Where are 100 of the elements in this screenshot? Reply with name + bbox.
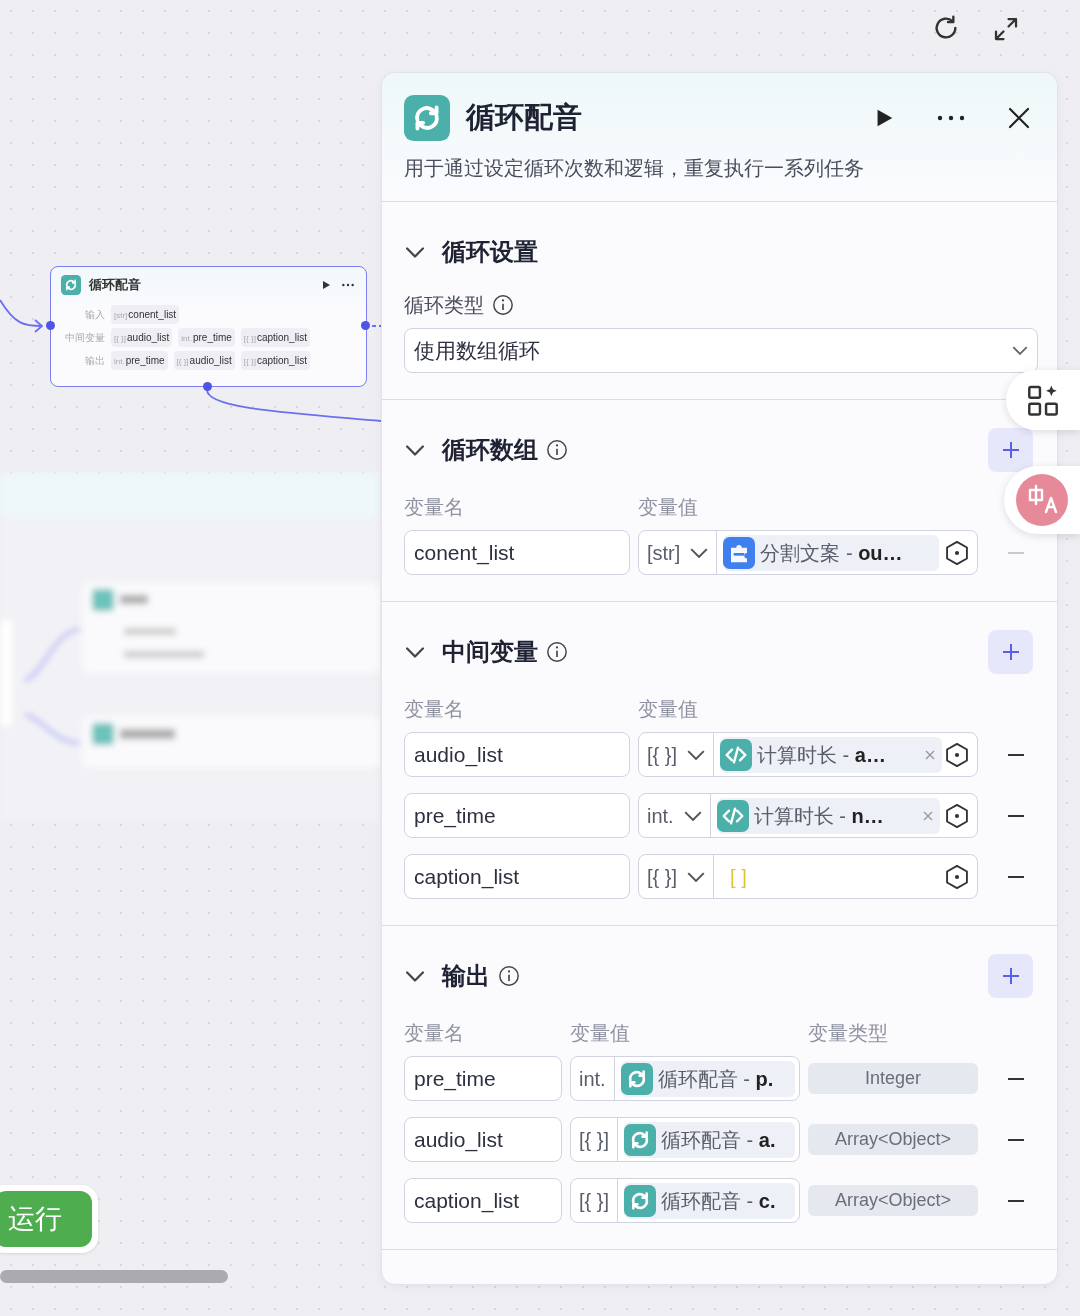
chevron-down-icon — [687, 871, 706, 882]
variable-tag: int.pre_time — [178, 328, 235, 347]
variable-tag: [{ }]audio_list — [173, 351, 235, 370]
variable-icon[interactable] — [943, 862, 971, 891]
plus-icon — [1001, 643, 1020, 661]
add-button[interactable] — [988, 630, 1033, 674]
code-icon — [720, 738, 753, 771]
connector-line — [371, 325, 382, 327]
chevron-down-icon — [406, 646, 424, 658]
type-select[interactable]: [{ }] — [639, 733, 715, 776]
field-label: 循环类型 — [404, 293, 484, 318]
minus-icon — [1007, 550, 1025, 555]
name-field[interactable]: audio_list — [404, 732, 630, 777]
apps-icon — [1027, 384, 1059, 416]
variable-tag: [{ }]audio_list — [111, 328, 173, 347]
minus-icon — [1007, 1137, 1025, 1142]
chevron-down-icon — [683, 810, 702, 821]
column-header: 变量值 — [638, 698, 698, 720]
type-select[interactable]: int. — [639, 794, 711, 837]
reference-chip[interactable]: 循环配音 - c. — [624, 1182, 795, 1219]
column-header: 变量类型 — [808, 1022, 888, 1044]
loop-icon — [61, 275, 81, 295]
variable-tag: [str]conent_list — [111, 305, 180, 324]
minus-icon — [1007, 752, 1025, 757]
code-icon — [716, 799, 749, 832]
name-field[interactable]: conent_list — [404, 530, 630, 575]
section-title: 中间变量 — [442, 637, 538, 667]
chevron-down-icon — [406, 970, 424, 982]
type-badge: Array<Object> — [808, 1185, 978, 1216]
connector-line — [0, 299, 44, 333]
loop-type-select[interactable]: 使用数组循环 — [404, 328, 1038, 373]
loop-icon — [620, 1062, 653, 1095]
close-icon — [1007, 106, 1031, 130]
minus-icon — [1007, 813, 1025, 818]
type-select[interactable]: [{ }] — [571, 1118, 619, 1161]
plugin-icon — [723, 536, 756, 569]
chevron-down-icon — [406, 246, 424, 258]
column-header: 变量名 — [404, 698, 464, 720]
more-icon — [935, 113, 967, 123]
workflow-node[interactable]: 循环配音 输入 [str]conent_list 中间变量 [{ }]audio_list int.pre_time [{ }]caption_list 输出 int.pre_time [{ }]audio_list [{ }]caption_list — [50, 266, 367, 387]
variable-tag: [{ }]caption_list — [240, 351, 310, 370]
reference-chip[interactable]: 分割文案 - ou… — [723, 534, 940, 571]
name-field[interactable]: audio_list — [404, 1117, 562, 1162]
reference-chip[interactable]: 循环配音 - p. — [620, 1060, 795, 1097]
column-header: 变量名 — [404, 1022, 464, 1044]
translate-icon — [1016, 474, 1068, 526]
scrollbar[interactable] — [0, 1270, 228, 1283]
section-title: 输出 — [442, 961, 490, 991]
panel-title: 循环配音 — [466, 100, 583, 136]
close-button[interactable] — [1007, 106, 1031, 130]
name-field[interactable]: caption_list — [404, 854, 630, 899]
row-label: 输入 — [84, 308, 105, 322]
chevron-down-icon — [1012, 346, 1028, 355]
chevron-down-icon — [687, 749, 706, 760]
play-icon[interactable] — [320, 279, 332, 291]
name-field[interactable]: caption_list — [404, 1178, 562, 1223]
port-handle[interactable] — [46, 321, 55, 330]
port-handle[interactable] — [203, 382, 212, 391]
node-title: 循环配音 — [89, 276, 142, 295]
chevron-down-icon — [406, 444, 424, 456]
add-button[interactable] — [988, 428, 1033, 472]
type-badge: Array<Object> — [808, 1124, 978, 1155]
section-title: 循环设置 — [442, 237, 538, 267]
info-icon — [546, 439, 568, 461]
info-icon — [498, 965, 520, 987]
reference-chip[interactable]: 计算时长 - n… — [716, 797, 940, 834]
reference-chip[interactable]: 计算时长 - a… — [720, 736, 942, 773]
minus-icon — [1007, 1198, 1025, 1203]
plus-icon — [1001, 967, 1020, 985]
add-button[interactable] — [988, 954, 1033, 998]
type-select[interactable]: [{ }] — [639, 855, 715, 898]
column-header: 变量名 — [404, 496, 464, 518]
type-select[interactable]: int. — [571, 1057, 615, 1100]
info-icon — [546, 641, 568, 663]
apps-button[interactable] — [1006, 370, 1080, 430]
row-label: 输出 — [84, 354, 105, 368]
type-select[interactable]: [{ }] — [571, 1179, 619, 1222]
type-select[interactable]: [str] — [639, 531, 718, 574]
row-label: 中间变量 — [64, 331, 105, 345]
loop-icon — [624, 1184, 657, 1217]
variable-icon[interactable] — [943, 538, 971, 567]
name-field[interactable]: pre_time — [404, 1056, 562, 1101]
variable-tag: int.pre_time — [111, 351, 168, 370]
minus-icon — [1007, 874, 1025, 879]
chevron-down-icon — [690, 547, 709, 558]
name-field[interactable]: pre_time — [404, 793, 630, 838]
minus-icon — [1007, 1076, 1025, 1081]
type-badge: Integer — [808, 1063, 978, 1094]
more-button[interactable] — [935, 113, 967, 123]
section-title: 循环数组 — [442, 435, 538, 465]
value-text: [ ] — [730, 864, 748, 890]
info-icon — [492, 294, 514, 316]
port-handle[interactable] — [361, 321, 370, 330]
loop-icon — [624, 1123, 657, 1156]
reference-chip[interactable]: 循环配音 - a. — [624, 1121, 795, 1158]
panel-description: 用于通过设定循环次数和逻辑，重复执行一系列任务 — [404, 156, 865, 181]
variable-icon[interactable] — [943, 740, 971, 769]
column-header: 变量值 — [638, 496, 698, 518]
variable-icon[interactable] — [943, 801, 971, 830]
loop-icon — [404, 95, 450, 141]
